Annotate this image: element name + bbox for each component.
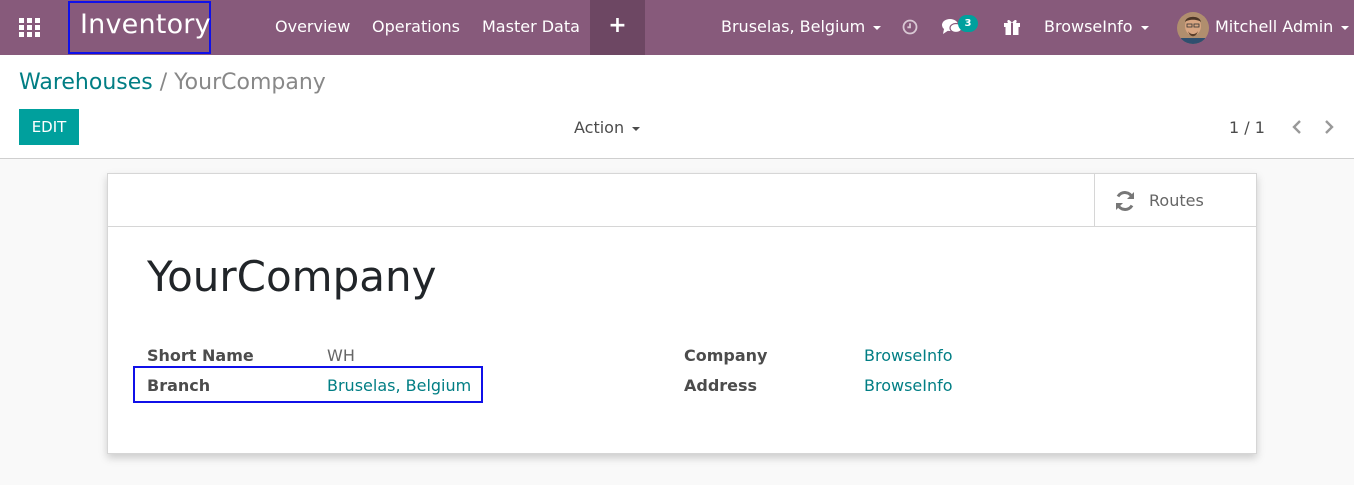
avatar[interactable]	[1177, 12, 1209, 44]
gift-icon[interactable]	[1003, 17, 1021, 36]
app-name[interactable]: Inventory	[80, 9, 211, 40]
control-panel: Warehouses / YourCompany EDIT Action 1 /…	[0, 55, 1354, 159]
chevron-right-icon[interactable]	[1322, 119, 1336, 135]
breadcrumb: Warehouses / YourCompany	[19, 70, 326, 95]
form-sheet: Routes YourCompany Short Name WH Branch …	[107, 173, 1257, 454]
breadcrumb-warehouses-link[interactable]: Warehouses	[19, 70, 153, 95]
caret-down-icon	[873, 25, 882, 30]
branch-label: Branch	[147, 376, 211, 395]
branch-value-link[interactable]: Bruselas, Belgium	[327, 376, 471, 395]
branch-switcher[interactable]: Bruselas, Belgium	[721, 17, 882, 36]
plus-icon: +	[608, 13, 627, 38]
branch-switcher-label: Bruselas, Belgium	[721, 17, 866, 36]
record-title: YourCompany	[147, 252, 437, 301]
caret-down-icon	[1341, 25, 1350, 30]
menu-overview[interactable]: Overview	[275, 17, 350, 36]
company-label: Company	[684, 346, 768, 365]
refresh-icon	[1116, 191, 1134, 211]
caret-down-icon	[632, 126, 641, 131]
menu-operations[interactable]: Operations	[372, 17, 460, 36]
apps-grid-icon[interactable]	[19, 18, 40, 37]
pager-value[interactable]: 1 / 1	[1229, 118, 1265, 137]
edit-button[interactable]: EDIT	[19, 109, 79, 145]
menu-master-data[interactable]: Master Data	[482, 17, 580, 36]
company-switcher-label: BrowseInfo	[1044, 17, 1133, 36]
messages-badge: 3	[958, 15, 978, 32]
caret-down-icon	[1140, 25, 1149, 30]
top-navbar: Inventory Overview Operations Master Dat…	[0, 0, 1354, 55]
short-name-label: Short Name	[147, 346, 254, 365]
routes-button[interactable]: Routes	[1094, 174, 1258, 226]
company-value-link[interactable]: BrowseInfo	[864, 346, 953, 365]
breadcrumb-separator: /	[159, 70, 168, 95]
action-dropdown[interactable]: Action	[574, 118, 641, 137]
quick-create-button[interactable]: +	[590, 0, 645, 55]
action-dropdown-label: Action	[574, 118, 625, 137]
chevron-left-icon[interactable]	[1290, 119, 1304, 135]
user-menu-label: Mitchell Admin	[1215, 17, 1334, 36]
short-name-value: WH	[327, 346, 355, 365]
user-menu[interactable]: Mitchell Admin	[1215, 17, 1350, 36]
button-box: Routes	[108, 174, 1256, 227]
routes-label: Routes	[1149, 191, 1204, 210]
address-label: Address	[684, 376, 758, 395]
breadcrumb-current: YourCompany	[174, 70, 326, 95]
company-switcher[interactable]: BrowseInfo	[1044, 17, 1149, 36]
clock-icon[interactable]	[902, 19, 918, 35]
address-value-link[interactable]: BrowseInfo	[864, 376, 953, 395]
